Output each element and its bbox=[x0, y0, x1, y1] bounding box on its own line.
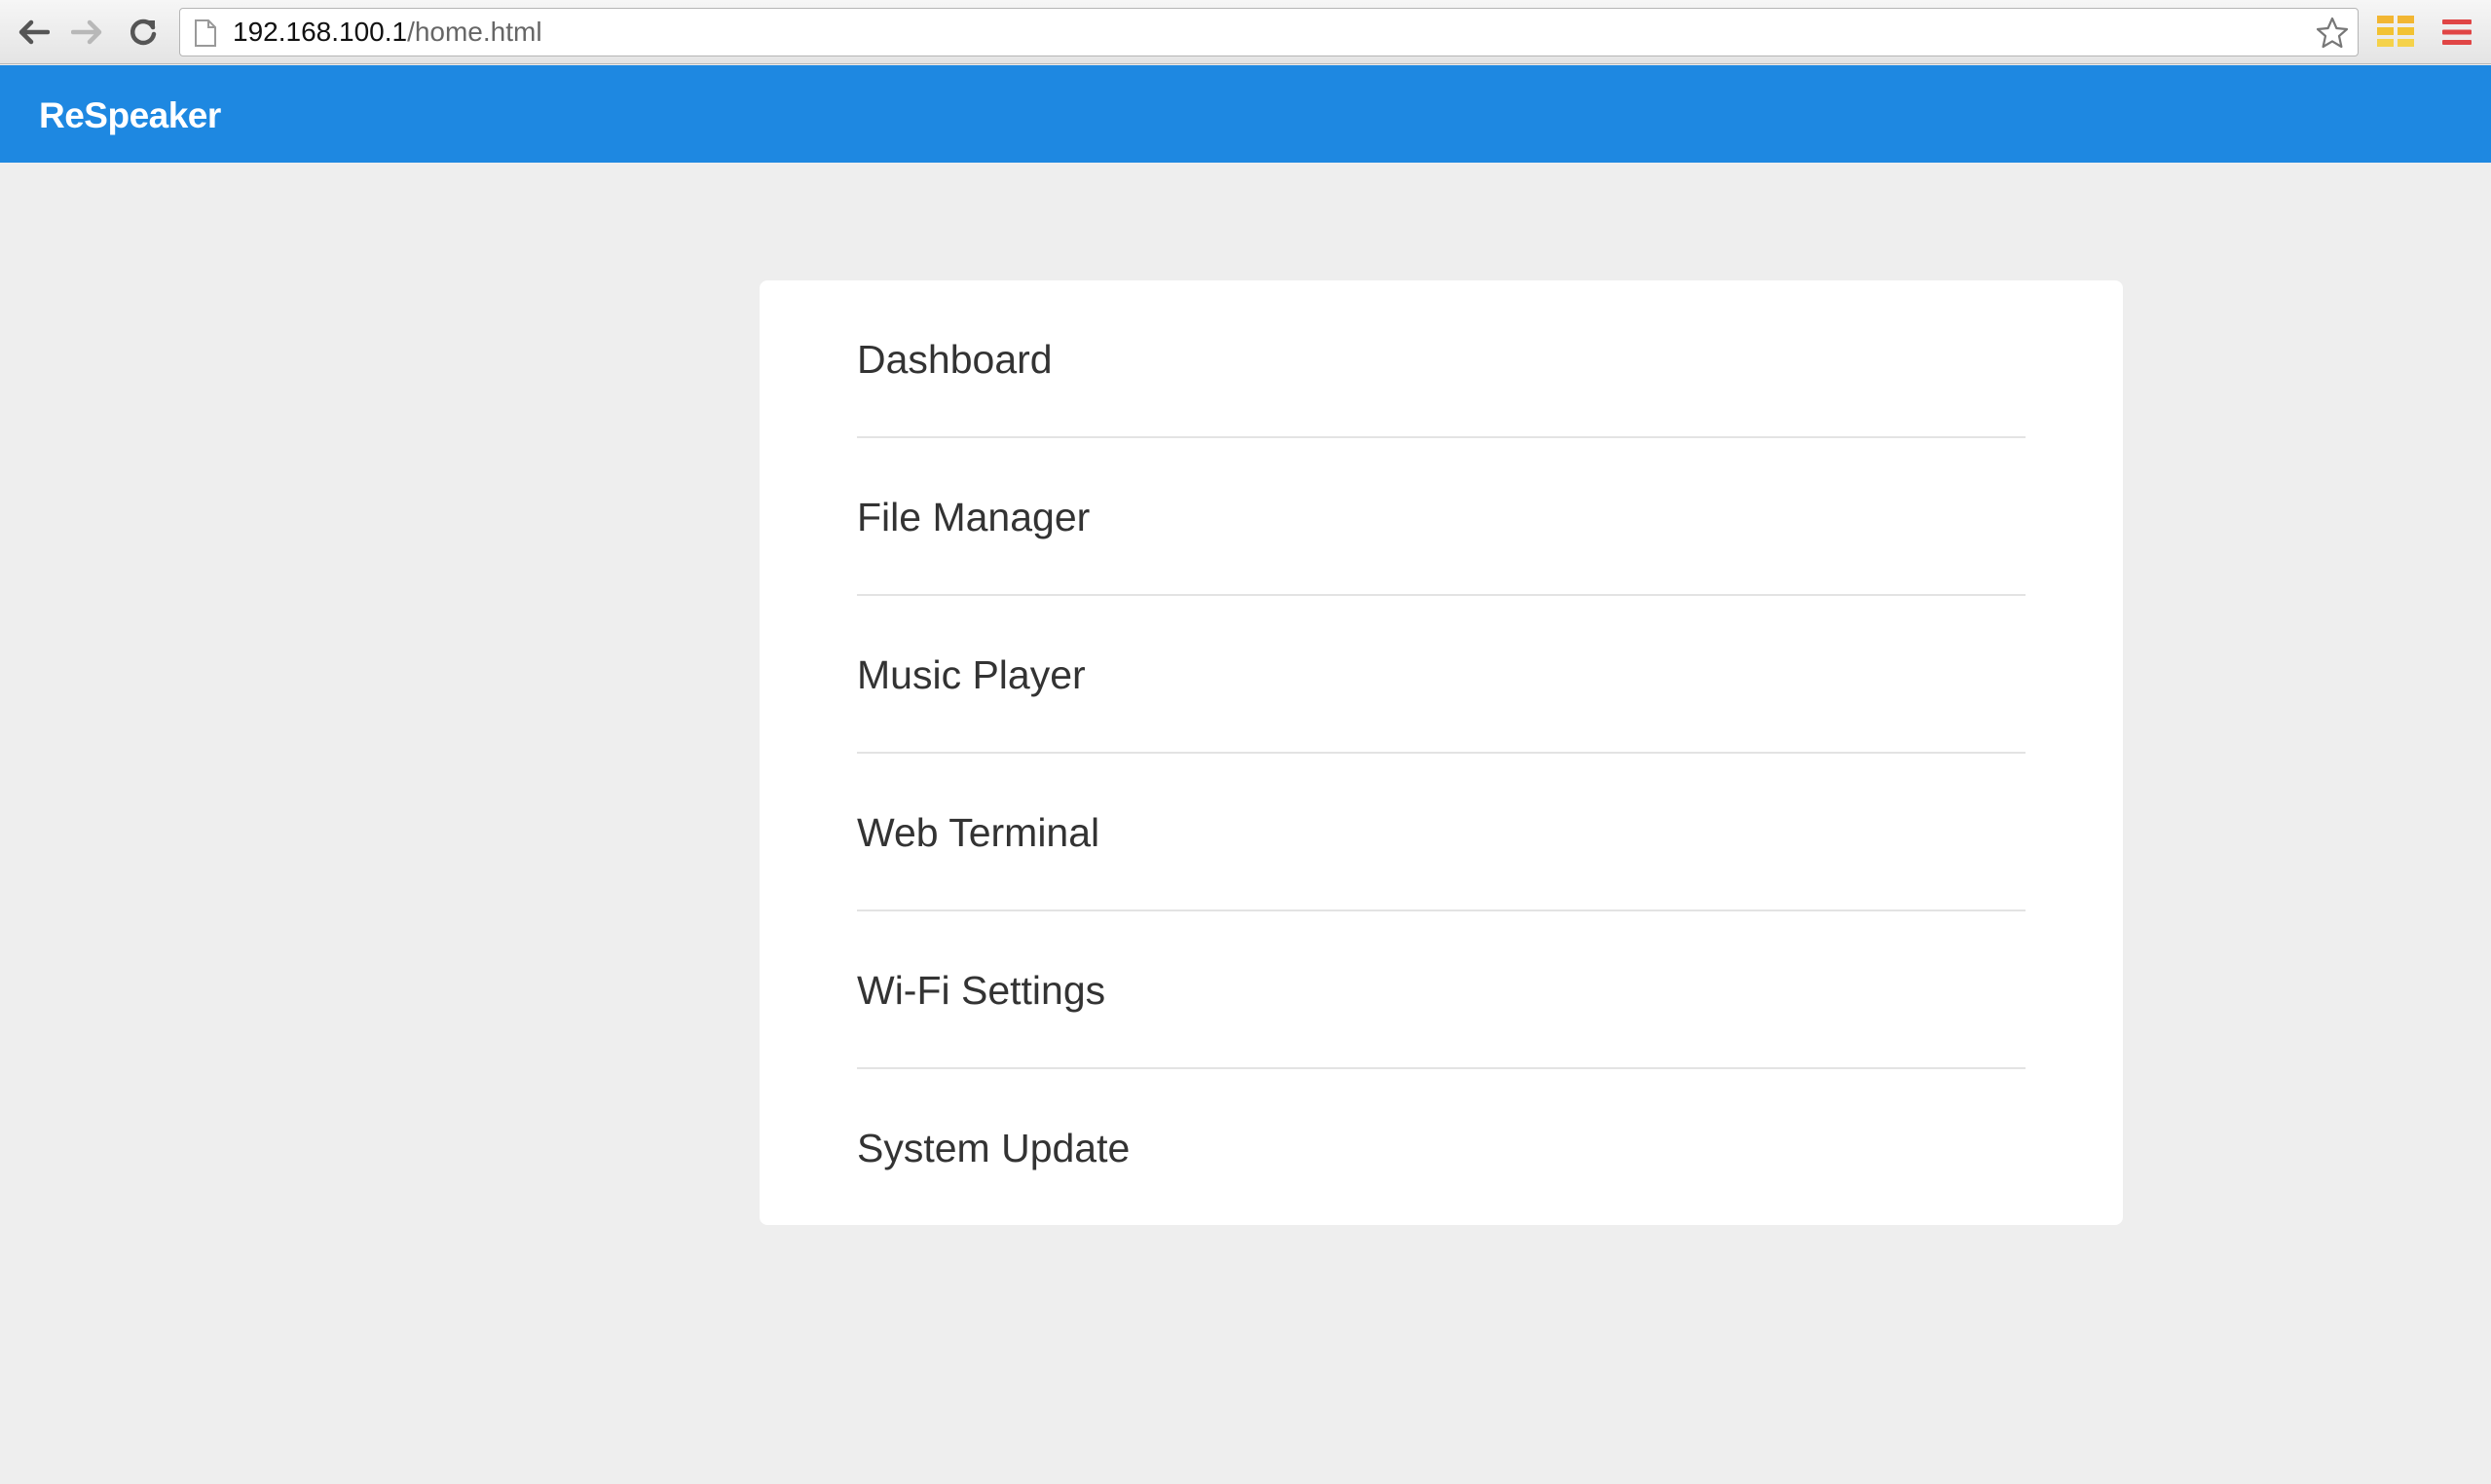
back-arrow-icon bbox=[19, 19, 50, 45]
reload-icon bbox=[130, 19, 157, 46]
menu-item-label[interactable]: Dashboard bbox=[857, 280, 2026, 438]
menu-item-music-player[interactable]: Music Player bbox=[857, 596, 2026, 754]
menu-list: Dashboard File Manager Music Player Web … bbox=[857, 280, 2026, 1227]
menu-item-system-update[interactable]: System Update bbox=[857, 1069, 2026, 1227]
menu-item-file-manager[interactable]: File Manager bbox=[857, 438, 2026, 596]
page-icon bbox=[195, 19, 216, 47]
menu-item-wifi-settings[interactable]: Wi-Fi Settings bbox=[857, 911, 2026, 1069]
hamburger-menu-icon[interactable] bbox=[2440, 19, 2473, 46]
url-host: 192.168.100.1 bbox=[233, 17, 408, 47]
menu-item-label[interactable]: System Update bbox=[857, 1069, 2026, 1227]
forward-arrow-icon bbox=[71, 19, 102, 45]
menu-item-label[interactable]: File Manager bbox=[857, 438, 2026, 596]
url-text[interactable]: 192.168.100.1/home.html bbox=[233, 9, 542, 56]
app-header: ReSpeaker bbox=[0, 65, 2491, 163]
menu-item-web-terminal[interactable]: Web Terminal bbox=[857, 754, 2026, 911]
star-icon[interactable] bbox=[2315, 16, 2350, 51]
brand-title[interactable]: ReSpeaker bbox=[39, 65, 221, 167]
browser-toolbar: 192.168.100.1/home.html bbox=[0, 0, 2491, 64]
menu-card: Dashboard File Manager Music Player Web … bbox=[760, 280, 2123, 1225]
extension-grid-icon[interactable] bbox=[2376, 15, 2415, 48]
menu-item-label[interactable]: Music Player bbox=[857, 596, 2026, 754]
url-path: /home.html bbox=[407, 17, 542, 47]
forward-button[interactable] bbox=[68, 13, 107, 52]
reload-button[interactable] bbox=[124, 13, 163, 52]
menu-item-label[interactable]: Wi-Fi Settings bbox=[857, 911, 2026, 1069]
menu-item-dashboard[interactable]: Dashboard bbox=[857, 280, 2026, 438]
back-button[interactable] bbox=[14, 13, 53, 52]
menu-item-label[interactable]: Web Terminal bbox=[857, 754, 2026, 911]
address-bar[interactable]: 192.168.100.1/home.html bbox=[179, 8, 2359, 56]
